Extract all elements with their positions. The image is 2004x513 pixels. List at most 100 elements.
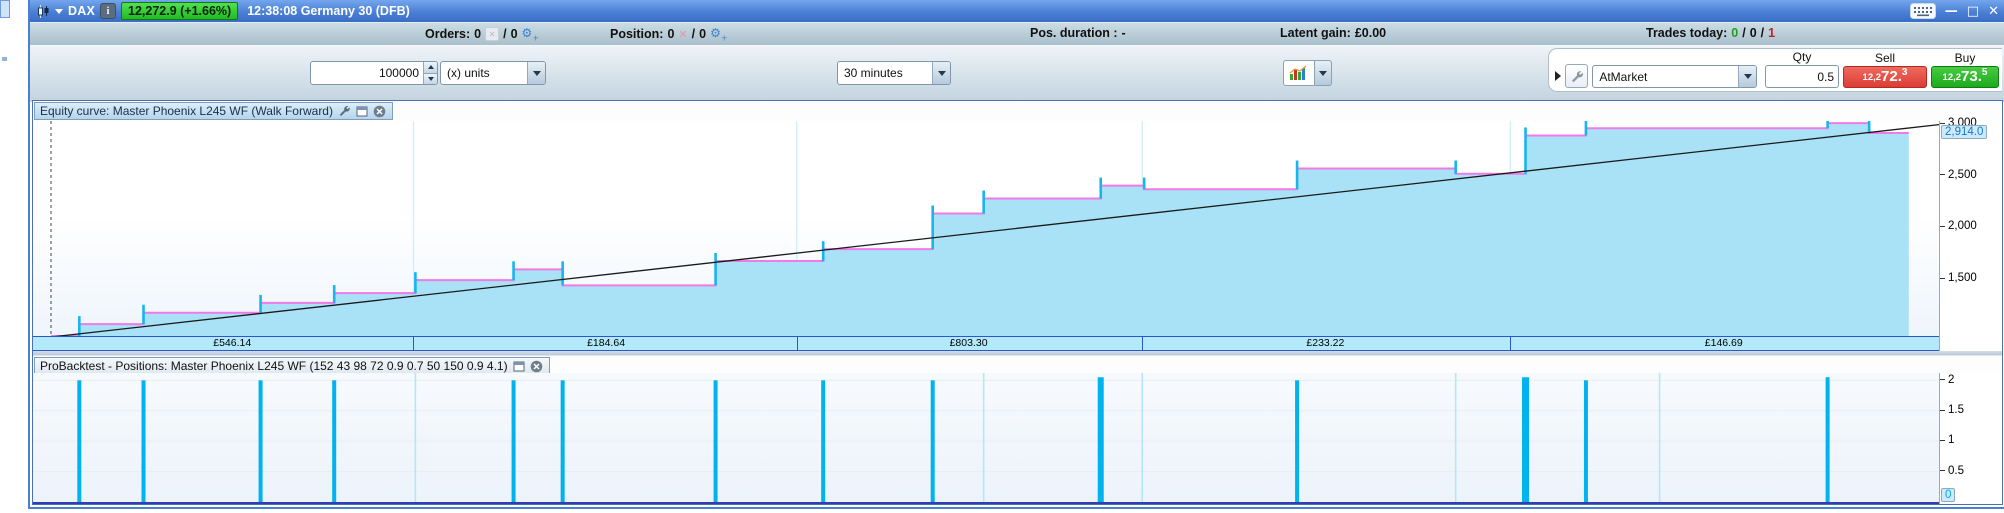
trades-today-status: Trades today: 0 / 0 / 1 (1646, 26, 1775, 40)
chevron-down-icon[interactable] (1738, 66, 1756, 87)
y-tick-label: 1,500 (1940, 272, 1977, 284)
segment-profit-label: £184.64 (587, 337, 626, 350)
info-icon[interactable]: i (100, 3, 116, 19)
y-tick-label: 1.5 (1940, 404, 1964, 416)
instrument-symbol: DAX (68, 4, 95, 18)
status-row: Orders: 0 ✕ / 0 ⚙+ Position: 0 ✕ / 0 ⚙+ … (30, 22, 2004, 45)
segment-divider (1142, 337, 1144, 351)
y-tick-label: 2,000 (1940, 220, 1977, 232)
orders-status: Orders: 0 ✕ / 0 ⚙+ (425, 26, 539, 42)
detach-window-icon[interactable] (355, 105, 369, 118)
close-panel-icon[interactable] (530, 360, 544, 373)
sell-column: Sell 12,2 72. 3 (1843, 52, 1927, 88)
sell-button[interactable]: 12,2 72. 3 (1843, 66, 1927, 88)
equity-chart-area[interactable] (33, 120, 1939, 337)
slash-separator: / (1742, 26, 1746, 40)
cancel-orders-icon[interactable]: ✕ (485, 27, 500, 42)
equity-curve-plot (50, 120, 1939, 336)
close-panel-icon[interactable] (373, 105, 387, 118)
buy-button[interactable]: 12,2 73. 5 (1931, 66, 1999, 88)
orders-settings-icon[interactable]: ⚙+ (522, 26, 539, 42)
latent-gain-label: Latent gain: (1280, 26, 1351, 40)
units-select[interactable]: (x) units (440, 61, 546, 85)
segment-divider (1510, 337, 1512, 351)
positions-last-value-badge: 0 (1941, 488, 1956, 503)
position-count: 0 (667, 27, 675, 42)
trading-app-screen: DAX i 12,272.9 (+1.66%) 12:38:08 Germany… (0, 0, 2004, 513)
latent-gain-status: Latent gain: £0.00 (1280, 26, 1386, 40)
position-label: Position: (610, 27, 664, 42)
quantity-stepper[interactable] (423, 62, 437, 84)
position-settings-icon[interactable]: ⚙+ (710, 26, 727, 42)
qty-input[interactable]: 0.5 (1765, 65, 1839, 88)
background-window-fragment (0, 0, 10, 18)
toolbar: 100000 (x) units 30 minutes AtMarket Qty… (30, 45, 2004, 102)
equity-panel-title-box[interactable]: Equity curve: Master Phoenix L245 WF (Wa… (34, 102, 393, 120)
buy-price-main: 73. (1961, 68, 1982, 85)
chart-type-control (1283, 60, 1332, 86)
detach-window-icon[interactable] (512, 360, 526, 373)
orders-count-2: 0 (510, 27, 518, 42)
equity-panel-titlebar: Equity curve: Master Phoenix L245 WF (Wa… (33, 101, 2002, 121)
window-titlebar[interactable]: DAX i 12,272.9 (+1.66%) 12:38:08 Germany… (30, 0, 2004, 22)
maximize-icon[interactable]: □ (1967, 5, 1979, 18)
mini-chart-icon (1289, 65, 1307, 80)
dax-chart-window: DAX i 12,272.9 (+1.66%) 12:38:08 Germany… (28, 0, 2004, 509)
y-tick-label: 1 (1940, 434, 1954, 446)
trade-panel: AtMarket Qty 0.5 Sell 12,2 72. 3 Buy 12,… (1548, 48, 2002, 92)
y-tick-label: 0.5 (1940, 465, 1964, 477)
timeframe-value: 30 minutes (844, 66, 903, 80)
sell-label: Sell (1874, 51, 1895, 65)
time-and-market-label: 12:38:08 Germany 30 (DFB) (247, 4, 410, 18)
buy-column: Buy 12,2 73. 5 (1931, 52, 1999, 88)
order-settings-button[interactable] (1565, 64, 1589, 88)
minimize-icon[interactable]: — (1945, 5, 1958, 18)
equity-x-axis: £546.14 £184.64 £803.30 £233.22 £146.69 (33, 336, 2002, 352)
trades-open-count: 0 (1749, 26, 1757, 40)
quantity-input[interactable]: 100000 (310, 61, 438, 85)
keyboard-icon[interactable] (1909, 3, 1936, 19)
qty-value[interactable]: 0.5 (1766, 66, 1838, 87)
slash-separator: / (503, 27, 507, 42)
qty-column: Qty 0.5 (1765, 51, 1839, 88)
left-gutter (0, 0, 28, 513)
background-window-dot (2, 57, 7, 61)
timeframe-select[interactable]: 30 minutes (837, 61, 951, 85)
order-type-select[interactable]: AtMarket (1592, 65, 1757, 88)
trades-lost-count: 1 (1768, 26, 1776, 40)
close-icon[interactable]: ✕ (1988, 5, 1999, 18)
equity-last-value-badge: 2,914.0 (1941, 124, 1988, 139)
order-type-value: AtMarket (1599, 69, 1648, 84)
positions-scale[interactable]: 0 0.5 1 1.5 2 (1939, 373, 2002, 504)
buy-label: Buy (1954, 51, 1976, 65)
chart-type-button[interactable] (1283, 60, 1315, 86)
quantity-value[interactable]: 100000 (311, 62, 423, 84)
wrench-icon (1572, 70, 1584, 82)
close-position-icon[interactable]: ✕ (678, 28, 687, 41)
equity-price-scale[interactable]: 2,914.0 1,500 2,000 2,500 3,000 (1939, 117, 2002, 337)
walk-forward-axis-strip: £546.14 £184.64 £803.30 £233.22 £146.69 (33, 336, 1939, 352)
segment-profit-label: £546.14 (213, 337, 252, 350)
duration-value: - (1121, 26, 1126, 40)
wrench-icon[interactable] (337, 105, 351, 118)
segment-profit-label: £803.30 (949, 337, 988, 350)
position-status: Position: 0 ✕ / 0 ⚙+ (610, 26, 728, 42)
duration-label: Pos. duration : (1030, 26, 1118, 40)
positions-chart-area[interactable] (33, 373, 1939, 504)
instrument-dropdown-icon[interactable] (55, 8, 63, 14)
positions-panel-titlebar: ProBacktest - Positions: Master Phoenix … (33, 355, 2002, 376)
price-badge: 12,272.9 (+1.66%) (121, 2, 239, 20)
chart-type-dropdown-icon[interactable] (1315, 60, 1332, 86)
trades-won-count: 0 (1731, 26, 1739, 40)
candlestick-chart-icon (36, 4, 50, 18)
y-tick-label: 2,500 (1940, 169, 1977, 181)
positions-bars-plot (33, 373, 1939, 503)
position-count-2: 0 (699, 27, 707, 42)
chevron-down-icon[interactable] (527, 62, 545, 84)
positions-panel-title: ProBacktest - Positions: Master Phoenix … (40, 359, 508, 374)
units-value: (x) units (447, 66, 490, 80)
position-duration-status: Pos. duration : - (1030, 26, 1126, 40)
collapse-arrow-icon[interactable] (1555, 71, 1561, 81)
chevron-down-icon[interactable] (932, 62, 950, 84)
charts-container: Equity curve: Master Phoenix L245 WF (Wa… (32, 100, 2003, 505)
